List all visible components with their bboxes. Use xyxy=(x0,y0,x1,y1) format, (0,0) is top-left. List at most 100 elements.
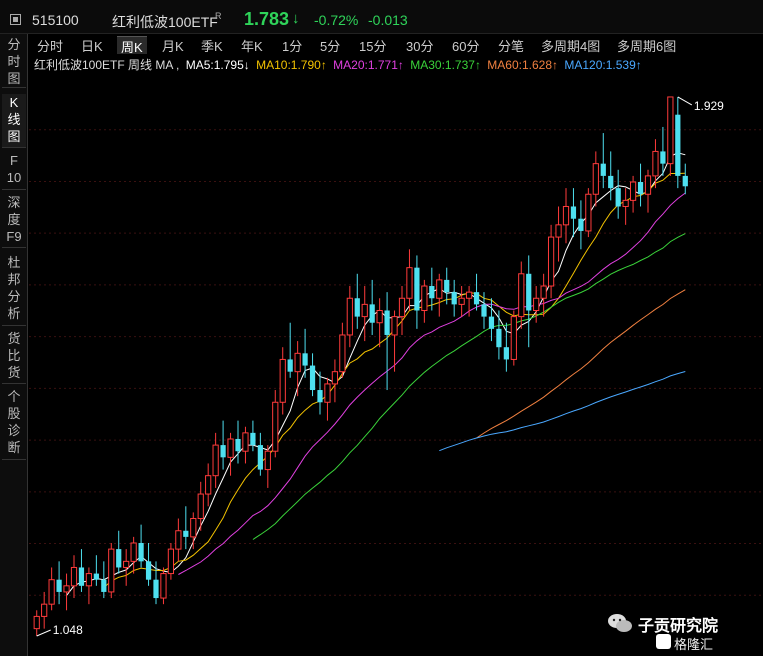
candle[interactable] xyxy=(526,255,532,348)
candle[interactable] xyxy=(675,96,681,189)
candle[interactable] xyxy=(406,249,413,311)
candle[interactable] xyxy=(331,359,339,403)
candle[interactable] xyxy=(451,279,457,317)
candle[interactable] xyxy=(257,432,263,476)
candle[interactable] xyxy=(78,549,85,592)
candle[interactable] xyxy=(197,481,204,531)
candle[interactable] xyxy=(510,310,517,366)
period-tab-60min[interactable]: 60分 xyxy=(452,36,479,54)
candle[interactable] xyxy=(93,555,99,586)
candle[interactable] xyxy=(56,561,62,605)
candle[interactable] xyxy=(414,255,420,329)
tab-dupont[interactable]: 杜 邦 分 析 xyxy=(2,254,26,326)
candle[interactable] xyxy=(562,188,570,244)
candle[interactable] xyxy=(235,420,241,464)
candle[interactable] xyxy=(33,610,40,636)
candle[interactable] xyxy=(473,273,480,311)
period-tab-15min[interactable]: 15分 xyxy=(359,36,386,54)
candle[interactable] xyxy=(138,524,144,568)
candle[interactable] xyxy=(242,426,249,464)
tab-diagnosis[interactable]: 个 股 诊 断 xyxy=(2,388,26,460)
period-tab-multi6[interactable]: 多周期6图 xyxy=(617,36,676,54)
tab-kline[interactable]: K 线 图 xyxy=(2,94,26,148)
candle[interactable] xyxy=(518,261,525,329)
candle[interactable] xyxy=(205,463,212,507)
candle[interactable] xyxy=(160,567,167,605)
candle[interactable] xyxy=(145,542,152,586)
candle[interactable] xyxy=(608,151,614,201)
candle[interactable] xyxy=(63,573,70,611)
period-tab-multi4[interactable]: 多周期4图 xyxy=(541,36,600,54)
candle[interactable] xyxy=(183,506,189,550)
tab-time-share[interactable]: 分 时 图 xyxy=(2,36,26,88)
candle[interactable] xyxy=(436,273,443,317)
candle[interactable] xyxy=(287,322,293,378)
candle[interactable] xyxy=(540,273,547,317)
candle[interactable] xyxy=(421,279,428,323)
candle[interactable] xyxy=(458,286,465,317)
candle[interactable] xyxy=(317,371,323,415)
candle[interactable] xyxy=(339,322,346,378)
candle[interactable] xyxy=(41,591,48,629)
candle[interactable] xyxy=(637,163,644,207)
candle[interactable] xyxy=(167,542,175,580)
candle[interactable] xyxy=(212,432,219,488)
candle[interactable] xyxy=(570,188,577,238)
period-tab-1min[interactable]: 1分 xyxy=(282,36,302,54)
candle[interactable] xyxy=(592,151,599,207)
candle[interactable] xyxy=(101,561,107,599)
candle[interactable] xyxy=(547,224,555,299)
candle[interactable] xyxy=(108,542,115,599)
candle[interactable] xyxy=(354,273,360,329)
tab-depth-f9[interactable]: 深 度 F9 xyxy=(2,194,26,248)
window-menu-icon[interactable] xyxy=(10,14,21,25)
period-tab-tick[interactable]: 分笔 xyxy=(498,36,524,54)
candle[interactable] xyxy=(555,206,562,262)
candle[interactable] xyxy=(346,286,353,348)
candle[interactable] xyxy=(384,292,390,391)
candle[interactable] xyxy=(682,163,688,195)
candle[interactable] xyxy=(578,200,584,250)
candle[interactable] xyxy=(309,353,316,397)
candle[interactable] xyxy=(250,420,256,452)
period-tab-week[interactable]: 周K xyxy=(117,36,147,55)
candle[interactable] xyxy=(376,298,383,348)
candle[interactable] xyxy=(615,169,621,219)
candle[interactable] xyxy=(600,133,606,189)
period-tab-day[interactable]: 日K xyxy=(81,36,103,54)
period-tab-year[interactable]: 年K xyxy=(241,36,263,54)
candle[interactable] xyxy=(652,139,659,189)
candle[interactable] xyxy=(116,530,122,574)
tab-compare[interactable]: 货 比 货 xyxy=(2,330,26,384)
candle[interactable] xyxy=(622,188,629,225)
candle[interactable] xyxy=(361,286,368,342)
period-tab-timeshare[interactable]: 分时 xyxy=(37,36,63,54)
kline-chart[interactable]: 1.929 1.048 xyxy=(29,72,763,656)
period-tab-30min[interactable]: 30分 xyxy=(406,36,433,54)
candle[interactable] xyxy=(503,322,509,372)
candle[interactable] xyxy=(123,549,130,586)
candle[interactable] xyxy=(585,188,592,238)
candle[interactable] xyxy=(302,328,308,378)
candle[interactable] xyxy=(175,518,182,562)
candle[interactable] xyxy=(85,567,93,605)
candle[interactable] xyxy=(644,169,652,213)
period-tab-quarter[interactable]: 季K xyxy=(201,36,223,54)
candle[interactable] xyxy=(391,310,398,372)
tab-f10[interactable]: F 10 xyxy=(2,152,26,190)
candle[interactable] xyxy=(264,445,271,488)
candle[interactable] xyxy=(70,555,78,599)
candle[interactable] xyxy=(279,347,286,415)
candle[interactable] xyxy=(398,286,406,335)
candle[interactable] xyxy=(227,432,234,476)
candle[interactable] xyxy=(324,377,331,421)
period-tab-5min[interactable]: 5分 xyxy=(320,36,340,54)
candle[interactable] xyxy=(667,96,674,176)
candle[interactable] xyxy=(272,390,279,458)
candle[interactable] xyxy=(220,420,226,470)
period-tab-month[interactable]: 月K xyxy=(162,36,184,54)
candle[interactable] xyxy=(496,310,502,360)
candle[interactable] xyxy=(130,536,137,574)
candle[interactable] xyxy=(48,567,55,611)
candle[interactable] xyxy=(369,279,375,335)
